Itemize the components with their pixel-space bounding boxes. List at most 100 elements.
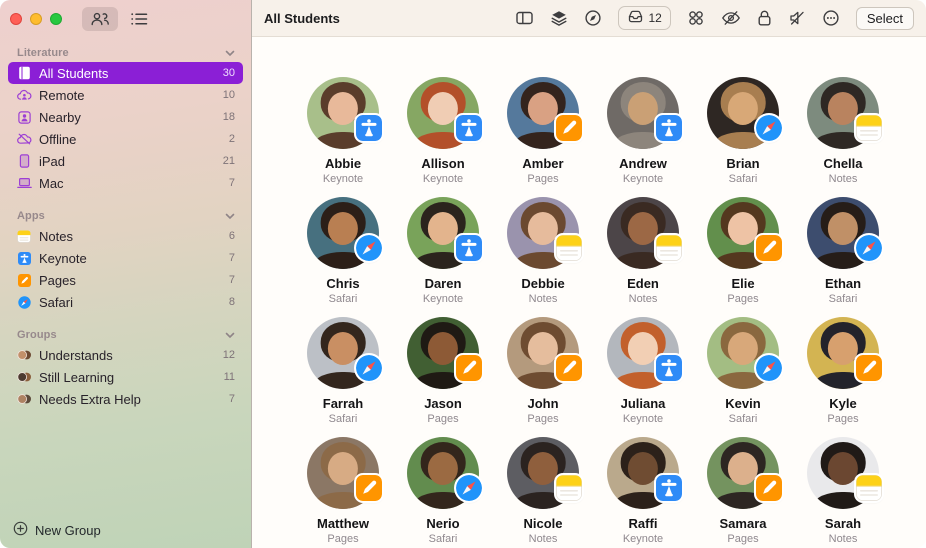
minimize-button[interactable] [30,13,42,25]
section-header-literature[interactable]: Literature [8,44,243,62]
student-avatar[interactable] [407,77,482,149]
student-card: Andrew Keynote [593,77,693,197]
list-view-button[interactable] [122,7,156,31]
pages-badge-icon [556,355,582,381]
student-app-label: Keynote [422,293,464,305]
student-avatar[interactable] [307,77,382,149]
sidebar-item-still-learning[interactable]: Still Learning 11 [8,366,243,388]
notes-badge-icon [556,475,582,501]
sidebar-item-offline[interactable]: Offline 2 [8,128,243,150]
safari-badge-icon [356,235,382,261]
group-avatars-icon [16,392,32,407]
student-name: John [527,396,559,411]
sidebar-item-label: iPad [39,153,66,169]
student-card: Chella Notes [793,77,893,197]
sidebar-item-label: Needs Extra Help [39,391,141,407]
sidebar-item-all-students[interactable]: All Students 30 [8,62,243,84]
student-avatar[interactable] [507,317,582,389]
sidebar-toggle-icon[interactable] [515,9,534,27]
compass-icon[interactable] [584,9,602,27]
student-avatar[interactable] [407,317,482,389]
student-avatar[interactable] [607,77,682,149]
student-name: Farrah [322,396,364,411]
student-name: Juliana [620,396,666,411]
student-app-label: Notes [828,173,858,185]
student-app-label: Pages [527,173,559,185]
student-card: Nerio Safari [393,437,493,548]
student-avatar[interactable] [407,197,482,269]
sidebar-item-mac[interactable]: Mac 7 [8,172,243,194]
new-group-button[interactable]: New Group [0,512,251,548]
student-card: Ethan Safari [793,197,893,317]
student-card: Kevin Safari [693,317,793,437]
student-avatar[interactable] [707,317,782,389]
student-avatar[interactable] [807,197,882,269]
student-avatar[interactable] [307,437,382,509]
sidebar-item-count: 7 [228,252,235,264]
student-avatar[interactable] [807,317,882,389]
sidebar-item-safari[interactable]: Safari 8 [8,291,243,313]
student-app-label: Keynote [422,173,464,185]
screens-count: 12 [648,11,662,25]
student-card: Jason Pages [393,317,493,437]
section-header-apps[interactable]: Apps [8,207,243,225]
sidebar-item-keynote[interactable]: Keynote 7 [8,247,243,269]
sidebar-item-count: 18 [222,111,235,123]
screens-tray-button[interactable]: 12 [617,6,671,30]
lock-icon[interactable] [757,9,772,27]
people-grid-view-button[interactable] [82,7,118,31]
student-name: Eden [627,276,659,291]
safari-badge-icon [356,355,382,381]
layers-icon[interactable] [550,9,568,27]
student-avatar[interactable] [507,77,582,149]
sidebar-item-label: Nearby [39,109,81,125]
student-avatar[interactable] [607,197,682,269]
four-circles-icon[interactable] [687,9,705,27]
sidebar-item-label: Remote [39,87,85,103]
eye-slash-icon[interactable] [721,9,741,27]
notes-badge-icon [556,235,582,261]
sidebar-item-understands[interactable]: Understands 12 [8,344,243,366]
student-avatar[interactable] [307,317,382,389]
student-avatar[interactable] [407,437,482,509]
student-avatar[interactable] [707,77,782,149]
student-avatar[interactable] [507,437,582,509]
notes-badge-icon [856,475,882,501]
mac-icon [16,176,32,191]
student-app-label: Safari [328,413,358,425]
pages-badge-icon [456,355,482,381]
keynote-badge-icon [656,475,682,501]
student-name: Debbie [521,276,565,291]
zoom-button[interactable] [50,13,62,25]
student-card: Matthew Pages [293,437,393,548]
sidebar-item-ipad[interactable]: iPad 21 [8,150,243,172]
student-avatar[interactable] [807,77,882,149]
student-avatar[interactable] [707,437,782,509]
student-name: Amber [522,156,564,171]
sidebar-item-pages[interactable]: Pages 7 [8,269,243,291]
section-header-groups[interactable]: Groups [8,326,243,344]
student-avatar[interactable] [607,437,682,509]
sidebar-item-remote[interactable]: Remote 10 [8,84,243,106]
student-avatar[interactable] [807,437,882,509]
sidebar-item-notes[interactable]: Notes 6 [8,225,243,247]
book-icon [16,66,32,81]
sidebar-item-needs-extra-help[interactable]: Needs Extra Help 7 [8,388,243,410]
list-view-icon [130,12,148,26]
sidebar-item-nearby[interactable]: Nearby 18 [8,106,243,128]
student-card: John Pages [493,317,593,437]
pages-badge-icon [856,355,882,381]
student-avatar[interactable] [607,317,682,389]
student-name: Kyle [829,396,857,411]
close-button[interactable] [10,13,22,25]
select-button[interactable]: Select [855,6,914,30]
main-area: All Students 12 Select Abbie Keynote All… [252,0,926,548]
student-avatar[interactable] [507,197,582,269]
student-avatar[interactable] [707,197,782,269]
speaker-slash-icon[interactable] [788,9,806,27]
student-card: Nicole Notes [493,437,593,548]
student-card: Juliana Keynote [593,317,693,437]
student-card: Elie Pages [693,197,793,317]
ellipsis-circle-icon[interactable] [822,9,840,27]
student-avatar[interactable] [307,197,382,269]
